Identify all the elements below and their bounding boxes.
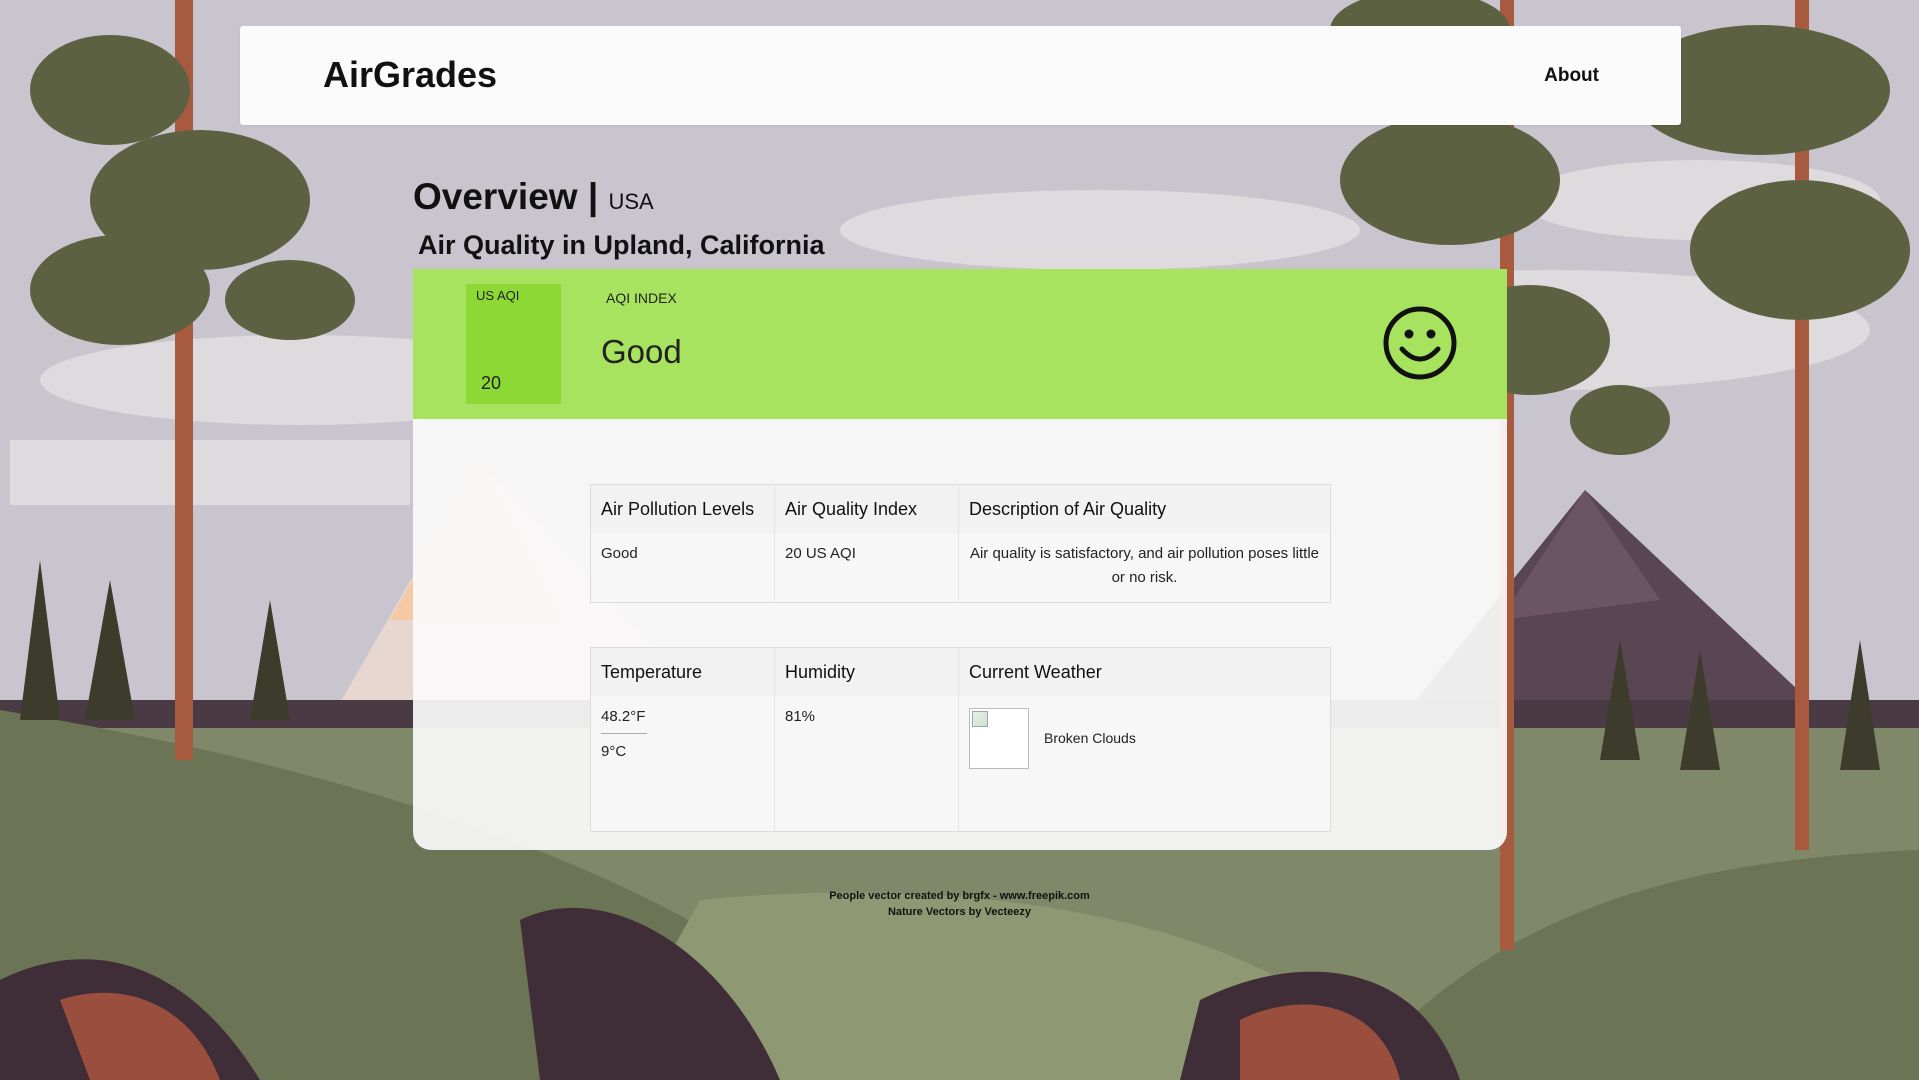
- credit-line-vecteezy[interactable]: Nature Vectors by Vecteezy: [0, 904, 1919, 920]
- pollution-level-cell: Good: [590, 532, 775, 602]
- aqi-index-label: AQI INDEX: [606, 290, 677, 306]
- aqi-cell: 20 US AQI: [774, 532, 959, 602]
- temperature-cell: 48.2°F 9°C: [590, 695, 775, 832]
- table-row: 48.2°F 9°C 81% Broken Clouds: [590, 695, 1331, 832]
- table-header: Current Weather: [958, 647, 1331, 696]
- table-header: Air Quality Index: [774, 484, 959, 533]
- weather-description: Broken Clouds: [1044, 730, 1136, 746]
- current-weather-cell: Broken Clouds: [958, 695, 1331, 832]
- humidity-value: 81%: [785, 707, 816, 725]
- weather-table: Temperature Humidity Current Weather 48.…: [590, 647, 1331, 832]
- humidity-cell: 81%: [774, 695, 959, 832]
- description-cell: Air quality is satisfactory, and air pol…: [958, 532, 1331, 602]
- aqi-status: Good: [601, 333, 682, 370]
- aqi-banner: US AQI 20 AQI INDEX Good: [413, 269, 1507, 419]
- brand-logo[interactable]: AirGrades: [323, 54, 497, 96]
- temperature-fahrenheit: 48.2°F: [601, 708, 647, 734]
- navbar: AirGrades About: [240, 26, 1681, 125]
- us-aqi-label: US AQI: [476, 288, 520, 303]
- footer-credits: People vector created by brgfx - www.fre…: [0, 888, 1919, 920]
- table-row: Good 20 US AQI Air quality is satisfacto…: [590, 532, 1331, 602]
- temperature-celsius: 9°C: [601, 742, 627, 760]
- smiley-face-icon: [1383, 306, 1457, 380]
- broken-image-icon: [969, 707, 1029, 769]
- city-title: Air Quality in Upland, California: [418, 230, 825, 260]
- about-link[interactable]: About: [1544, 65, 1599, 87]
- page-title: Overview | USA: [413, 176, 654, 218]
- table-header-row: Air Pollution Levels Air Quality Index D…: [590, 484, 1331, 533]
- credit-line-freepik[interactable]: People vector created by brgfx - www.fre…: [0, 888, 1919, 904]
- air-quality-card: US AQI 20 AQI INDEX Good Air Pollution L…: [413, 269, 1507, 850]
- table-header: Air Pollution Levels: [590, 484, 775, 533]
- country-label: USA: [608, 189, 654, 214]
- table-header: Temperature: [590, 647, 775, 696]
- us-aqi-value: 20: [481, 373, 502, 393]
- pollution-table: Air Pollution Levels Air Quality Index D…: [590, 484, 1331, 603]
- table-header: Description of Air Quality: [958, 484, 1331, 533]
- table-header: Humidity: [774, 647, 959, 696]
- overview-label: Overview |: [413, 176, 599, 217]
- table-header-row: Temperature Humidity Current Weather: [590, 647, 1331, 696]
- weather-info: Broken Clouds: [969, 707, 1320, 769]
- us-aqi-box: US AQI 20: [466, 284, 561, 404]
